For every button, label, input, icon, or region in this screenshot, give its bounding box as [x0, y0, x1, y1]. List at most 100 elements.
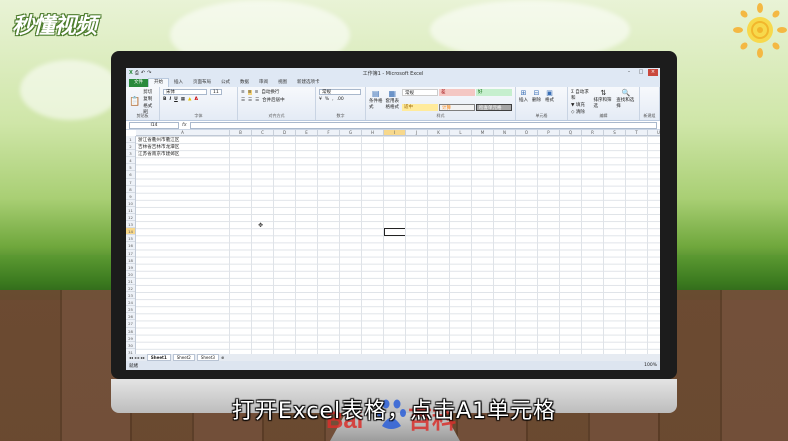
find-select-icon[interactable]: 🔍 [622, 89, 631, 97]
tab-view[interactable]: 视图 [273, 79, 292, 87]
percent-icon[interactable]: % [325, 97, 329, 102]
row-header-9[interactable]: 9 [126, 193, 135, 200]
italic-button[interactable]: I [169, 97, 171, 102]
style-bad[interactable]: 差 [439, 89, 475, 96]
column-header-o[interactable]: O [516, 130, 538, 135]
currency-icon[interactable]: ¥ [319, 97, 322, 102]
sort-filter-icon[interactable]: ⇅ [600, 89, 606, 97]
column-header-e[interactable]: E [296, 130, 318, 135]
delete-cells-button[interactable]: 删除 [532, 97, 541, 103]
conditional-format-icon[interactable]: ▤ [372, 89, 380, 98]
tab-new[interactable]: 新建选项卡 [292, 79, 325, 87]
align-bottom-icon[interactable]: ≡ [255, 90, 259, 95]
row-header-5[interactable]: 5 [126, 164, 135, 172]
column-header-b[interactable]: B [230, 130, 252, 135]
sheet-tab-3[interactable]: Sheet3 [196, 354, 219, 361]
row-header-30[interactable]: 30 [126, 342, 135, 349]
style-neutral[interactable]: 适中 [402, 104, 438, 111]
column-header-m[interactable]: M [472, 130, 494, 135]
row-header-6[interactable]: 6 [126, 171, 135, 179]
row-header-19[interactable]: 19 [126, 264, 135, 271]
close-button[interactable]: × [648, 69, 658, 76]
conditional-format-button[interactable]: 条件格式 [369, 98, 383, 110]
merge-center-button[interactable]: 合并后居中 [262, 97, 285, 103]
cut-button[interactable]: 剪切 [143, 89, 156, 95]
row-header-20[interactable]: 20 [126, 271, 135, 278]
row-header-11[interactable]: 11 [126, 207, 135, 215]
tab-data[interactable]: 数据 [235, 79, 254, 87]
table-format-button[interactable]: 套用表格格式 [386, 98, 400, 110]
decimal-icon[interactable]: .00 [337, 97, 344, 102]
sheet-tab-2[interactable]: Sheet2 [172, 354, 195, 361]
tab-formulas[interactable]: 公式 [216, 79, 235, 87]
row-header-21[interactable]: 21 [126, 278, 135, 285]
cell-a3[interactable]: 江苏省南京市建邺区 [138, 151, 179, 157]
column-header-p[interactable]: P [538, 130, 560, 135]
row-header-7[interactable]: 7 [126, 179, 135, 186]
align-left-icon[interactable]: ☰ [241, 98, 245, 103]
sheet-nav-icon[interactable]: ◂◂ ◂ ▸ ▸▸ [129, 355, 145, 360]
paste-icon[interactable]: 📋 [129, 97, 140, 107]
fx-icon[interactable]: fx [182, 122, 187, 128]
sheet-tab-1[interactable]: Sheet1 [146, 354, 171, 361]
autosum-button[interactable]: Σ 自动求和 [571, 89, 591, 101]
row-header-16[interactable]: 16 [126, 242, 135, 250]
fill-color-icon[interactable]: ▲ [188, 97, 191, 102]
row-header-8[interactable]: 8 [126, 186, 135, 193]
row-header-13[interactable]: 13 [126, 221, 135, 229]
font-size-select[interactable]: 11 [210, 89, 222, 95]
row-header-4[interactable]: 4 [126, 157, 135, 165]
row-header-10[interactable]: 10 [126, 200, 135, 207]
row-header-12[interactable]: 12 [126, 214, 135, 222]
column-header-t[interactable]: T [626, 130, 648, 135]
cell-a2[interactable]: 吉林省吉林市龙潭区 [138, 144, 179, 150]
copy-button[interactable]: 复制 [143, 96, 156, 102]
format-cells-icon[interactable]: ▣ [546, 89, 553, 97]
style-check[interactable]: 检查单元格 [476, 104, 512, 111]
table-format-icon[interactable]: ▦ [388, 89, 396, 98]
insert-cells-button[interactable]: 插入 [519, 97, 528, 103]
row-header-14[interactable]: 14 [126, 228, 135, 236]
sort-filter-button[interactable]: 排序和筛选 [594, 97, 614, 109]
insert-cells-icon[interactable]: ⊞ [521, 89, 527, 97]
row-header-23[interactable]: 23 [126, 292, 135, 300]
column-header-q[interactable]: Q [560, 130, 582, 135]
find-select-button[interactable]: 查找和选择 [616, 97, 636, 109]
tab-insert[interactable]: 插入 [169, 79, 188, 87]
cell-a1[interactable]: 浙江省衢州市衢江区 [138, 137, 179, 143]
minimize-button[interactable]: – [624, 69, 634, 76]
row-header-18[interactable]: 18 [126, 257, 135, 264]
row-header-3[interactable]: 3 [126, 150, 135, 158]
tab-home[interactable]: 开始 [148, 78, 169, 87]
row-header-22[interactable]: 22 [126, 285, 135, 293]
column-header-s[interactable]: S [604, 130, 626, 135]
font-color-icon[interactable]: A [195, 97, 198, 102]
number-format-select[interactable]: 常规 [319, 89, 361, 95]
tab-review[interactable]: 审阅 [254, 79, 273, 87]
new-sheet-icon[interactable]: ⊕ [221, 355, 224, 360]
underline-button[interactable]: U [174, 97, 178, 102]
cell-area[interactable]: 浙江省衢州市衢江区 吉林省吉林市龙潭区 江苏省南京市建邺区 ✥ [136, 136, 660, 354]
zoom-level[interactable]: 100% [644, 363, 657, 368]
align-top-icon[interactable]: ≡ [241, 90, 245, 95]
formula-input[interactable] [189, 121, 657, 129]
column-header-n[interactable]: N [494, 130, 516, 135]
row-header-29[interactable]: 29 [126, 335, 135, 342]
tab-page-layout[interactable]: 页面布局 [188, 79, 216, 87]
border-icon[interactable]: ▦ [181, 97, 185, 102]
name-box[interactable]: I14 [129, 121, 179, 129]
column-header-g[interactable]: G [340, 130, 362, 135]
active-cell-i14[interactable] [384, 228, 406, 236]
column-header-r[interactable]: R [582, 130, 604, 135]
column-header-a[interactable]: A [136, 130, 230, 135]
font-name-select[interactable]: 宋体 [163, 89, 207, 95]
bold-button[interactable]: B [163, 97, 166, 102]
fill-button[interactable]: ▼ 填充 [571, 102, 591, 108]
row-header-25[interactable]: 25 [126, 306, 135, 314]
row-header-1[interactable]: 1 [126, 136, 135, 144]
column-header-l[interactable]: L [450, 130, 472, 135]
column-header-h[interactable]: H [362, 130, 384, 135]
align-center-icon[interactable]: ☰ [248, 98, 252, 103]
column-header-d[interactable]: D [274, 130, 296, 135]
format-cells-button[interactable]: 格式 [545, 97, 554, 103]
